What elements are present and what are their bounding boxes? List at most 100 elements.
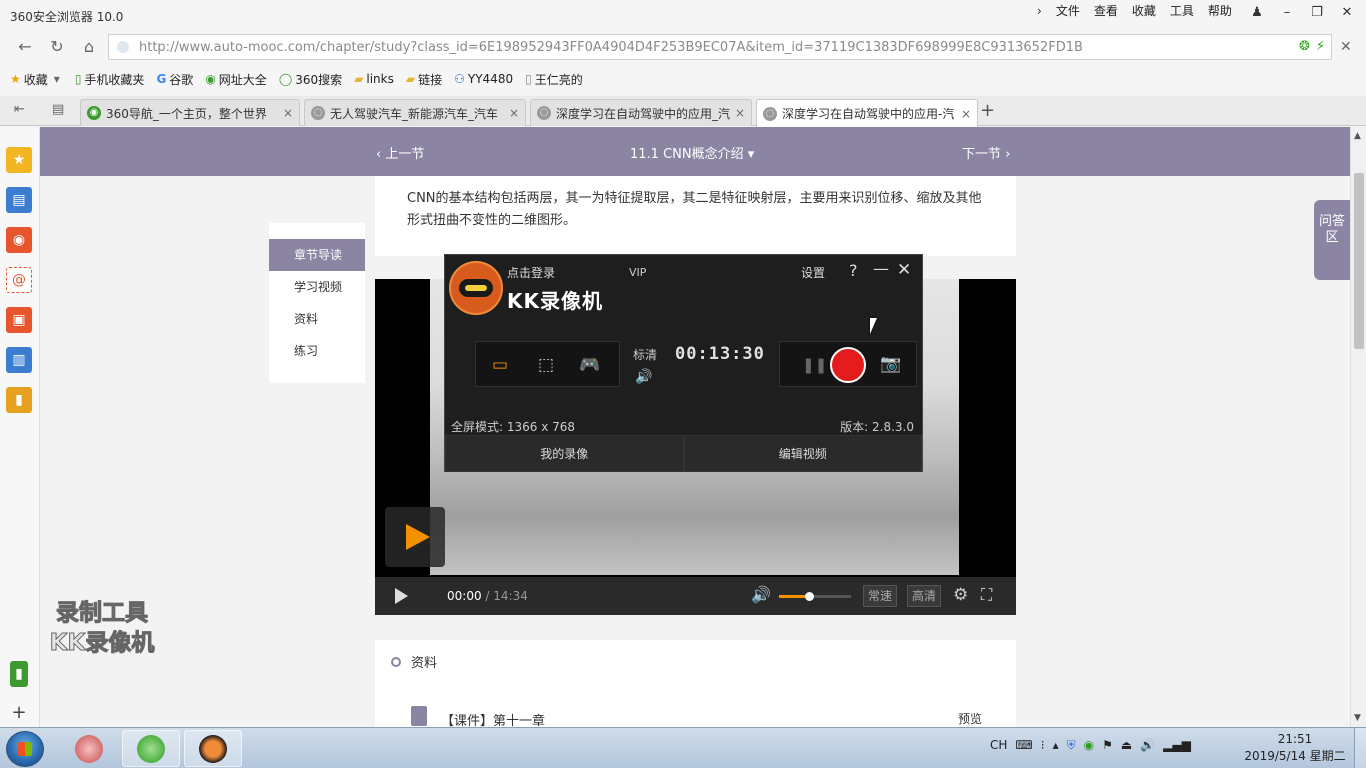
my-recordings-button[interactable]: 我的录像 — [445, 435, 684, 472]
flag-icon[interactable]: ⚑ — [1102, 738, 1113, 753]
tab-driverless[interactable]: ◌ 无人驾驶汽车_新能源汽车_汽车 × — [304, 99, 526, 126]
kk-login-link[interactable]: 点击登录 — [507, 264, 555, 281]
nav-item-guide[interactable]: 章节导读 — [269, 239, 365, 271]
maximize-button[interactable]: ❐ — [1302, 2, 1332, 22]
skin-icon[interactable]: ♟ — [1242, 2, 1272, 22]
menu-file[interactable]: 文件 — [1049, 3, 1087, 19]
tab-close-icon[interactable]: × — [735, 106, 745, 120]
back-icon[interactable]: ← — [14, 37, 36, 57]
nav-item-exercise[interactable]: 练习 — [269, 335, 365, 367]
kk-settings-link[interactable]: 设置 — [801, 264, 825, 281]
kk-help-button[interactable]: ? — [849, 261, 858, 280]
fullscreen-icon[interactable]: ⛶ — [981, 585, 992, 605]
show-desktop-button[interactable] — [1354, 728, 1366, 768]
network-icon[interactable]: ▂▄▆ — [1163, 738, 1191, 753]
trash-icon[interactable]: ▮ — [10, 661, 28, 687]
refresh-icon[interactable]: ↻ — [46, 37, 68, 57]
edit-video-button[interactable]: 编辑视频 — [683, 435, 922, 472]
speaker-icon[interactable]: 🔊 — [635, 369, 652, 385]
doc-icon[interactable]: ▥ — [6, 347, 32, 373]
url-text[interactable]: http://www.auto-mooc.com/chapter/study?c… — [139, 40, 1083, 55]
menu-favorites[interactable]: 收藏 — [1125, 3, 1163, 19]
compat-mode-icon[interactable]: ❂ — [1299, 39, 1310, 54]
tab-deeplearning-2[interactable]: ◌ 深度学习在自动驾驶中的应用-汽 × — [756, 99, 978, 127]
gear-icon[interactable]: ⚙ — [953, 585, 968, 605]
attachment-title[interactable]: 【课件】第十一章 — [441, 710, 545, 727]
preview-link[interactable]: 预览 — [958, 710, 982, 727]
bookmark-lianjie[interactable]: ▰ 链接 — [406, 71, 442, 88]
new-tab-button[interactable]: + — [980, 100, 995, 121]
shield-icon[interactable]: ⛨ — [1067, 738, 1076, 753]
site-info-icon[interactable] — [117, 41, 129, 53]
weibo-icon[interactable]: ◉ — [6, 227, 32, 253]
qa-tab[interactable]: 问答区 — [1314, 200, 1350, 280]
page-scrollbar[interactable]: ▲ ▼ — [1350, 127, 1366, 727]
current-section-dropdown[interactable]: 11.1 CNN概念介绍 ▾ — [630, 143, 754, 162]
speed-button[interactable]: 常速 — [863, 585, 898, 607]
kk-close-button[interactable]: ✕ — [897, 260, 911, 280]
menu-view[interactable]: 查看 — [1087, 3, 1125, 19]
kk-minimize-button[interactable]: — — [873, 259, 889, 278]
menu-arrow-icon[interactable]: › — [1030, 3, 1049, 19]
news-icon[interactable]: ▤ — [6, 187, 32, 213]
volume-tray-icon[interactable]: 🔊 — [1140, 738, 1155, 753]
ime-icon[interactable]: ⁝ — [1041, 738, 1045, 753]
tab-close-icon[interactable]: × — [961, 107, 971, 121]
bookmark-360search[interactable]: ◯ 360搜索 — [279, 71, 342, 88]
gamepad-icon[interactable]: 🎮 — [576, 355, 604, 375]
add-icon[interactable]: + — [6, 699, 32, 725]
start-button[interactable] — [6, 731, 44, 767]
taskbar-snipping-tool[interactable] — [60, 730, 118, 767]
region-icon[interactable]: ⬚ — [532, 355, 560, 375]
volume-icon[interactable]: 🔊 — [751, 585, 771, 604]
tray-expand-icon[interactable]: ▴ — [1053, 738, 1059, 753]
scroll-thumb[interactable] — [1354, 173, 1364, 349]
game-icon[interactable]: ▣ — [6, 307, 32, 333]
camera-icon[interactable]: 📷 — [880, 354, 901, 374]
taskbar-kk-recorder[interactable] — [184, 730, 242, 767]
scroll-down-icon[interactable]: ▼ — [1354, 713, 1361, 723]
mail-icon[interactable]: @ — [6, 267, 32, 293]
speed-mode-icon[interactable]: ⚡ — [1316, 39, 1325, 54]
quality-button[interactable]: 高清 — [907, 585, 942, 607]
big-play-button[interactable] — [385, 507, 445, 567]
home-icon[interactable]: ⌂ — [78, 37, 100, 57]
tab-close-icon[interactable]: × — [509, 106, 519, 120]
360-tray-icon[interactable]: ◉ — [1084, 738, 1094, 753]
nav-item-materials[interactable]: 资料 — [269, 303, 365, 335]
bookmark-yy4480[interactable]: ⚇ YY4480 — [454, 72, 513, 86]
play-button[interactable] — [395, 588, 408, 604]
language-indicator[interactable]: CH — [990, 738, 1007, 753]
url-input[interactable]: http://www.auto-mooc.com/chapter/study?c… — [108, 34, 1332, 60]
menu-help[interactable]: 帮助 — [1201, 3, 1239, 19]
nav-item-video[interactable]: 学习视频 — [269, 271, 365, 303]
pause-icon[interactable]: ❚❚ — [802, 356, 827, 374]
usb-icon[interactable]: ⏏ — [1121, 738, 1132, 753]
star-icon[interactable]: ★ — [6, 147, 32, 173]
volume-slider[interactable] — [779, 592, 851, 601]
kk-vip-badge[interactable]: VIP — [629, 266, 646, 279]
monitor-icon[interactable]: ▭ — [486, 355, 514, 375]
prev-section-link[interactable]: ‹ 上一节 — [376, 143, 424, 162]
kk-quality[interactable]: 标清 — [633, 346, 657, 363]
tab-360nav[interactable]: ◉ 360导航_一个主页，整个世界 × — [80, 99, 300, 126]
sidebar-toggle-icon[interactable]: ⇤ — [14, 102, 25, 117]
book-icon[interactable]: ▮ — [6, 387, 32, 413]
keyboard-icon[interactable]: ⌨ — [1015, 738, 1032, 753]
system-clock[interactable]: 21:51 2019/5/14 星期二 — [1240, 731, 1350, 765]
record-button[interactable] — [830, 347, 866, 383]
volume-knob[interactable] — [805, 592, 815, 601]
tab-list-icon[interactable]: ▤ — [52, 102, 64, 117]
bookmark-mobile[interactable]: ▯ 手机收藏夹 — [75, 71, 145, 88]
minimize-button[interactable]: – — [1272, 2, 1302, 22]
menu-tools[interactable]: 工具 — [1163, 3, 1201, 19]
url-clear-icon[interactable]: ✕ — [1340, 39, 1352, 55]
tab-close-icon[interactable]: × — [283, 106, 293, 120]
bookmark-google[interactable]: G 谷歌 — [156, 71, 193, 88]
next-section-link[interactable]: 下一节 › — [962, 143, 1010, 162]
bookmark-directory[interactable]: ◉ 网址大全 — [205, 71, 267, 88]
tab-deeplearning-1[interactable]: ◌ 深度学习在自动驾驶中的应用_汽 × — [530, 99, 752, 126]
taskbar-360-browser[interactable] — [122, 730, 180, 767]
scroll-up-icon[interactable]: ▲ — [1354, 131, 1361, 141]
bookmark-wang[interactable]: ▯ 王仁亮的 — [525, 71, 583, 88]
